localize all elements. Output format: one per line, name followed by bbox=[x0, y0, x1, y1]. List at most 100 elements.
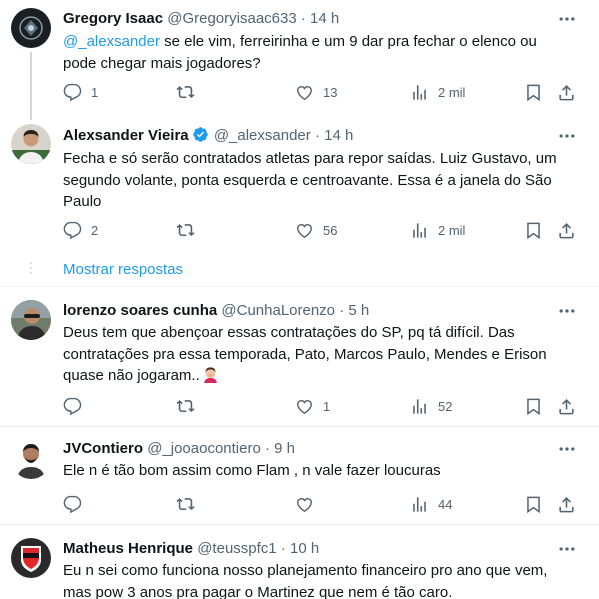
author-name[interactable]: Alexsander Vieira bbox=[63, 127, 189, 144]
retweet-button[interactable] bbox=[176, 81, 195, 103]
share-button[interactable] bbox=[557, 81, 576, 103]
like-button[interactable] bbox=[295, 493, 314, 515]
retweet-icon bbox=[176, 85, 195, 98]
share-icon bbox=[559, 84, 574, 100]
avatar[interactable] bbox=[11, 538, 51, 578]
views-button[interactable]: 52 bbox=[410, 395, 452, 417]
tweet-text: Fecha e só serão contratados atletas par… bbox=[63, 150, 557, 210]
heart-icon bbox=[297, 399, 312, 414]
bookmark-button[interactable] bbox=[524, 493, 543, 515]
timestamp[interactable]: 14 h bbox=[310, 10, 339, 27]
reply-button[interactable]: 2 bbox=[63, 219, 98, 241]
like-count: 1 bbox=[323, 398, 331, 414]
timestamp[interactable]: 5 h bbox=[348, 302, 369, 319]
share-button[interactable] bbox=[557, 219, 576, 241]
like-button[interactable]: 56 bbox=[295, 219, 337, 241]
avatar[interactable] bbox=[11, 124, 51, 164]
tweet-header: lorenzo soares cunha @CunhaLorenzo · 5 h bbox=[63, 301, 369, 321]
reply-button[interactable] bbox=[63, 395, 82, 417]
timestamp[interactable]: 9 h bbox=[274, 440, 295, 457]
author-name[interactable]: Gregory Isaac bbox=[63, 10, 163, 27]
bookmark-icon bbox=[527, 398, 540, 415]
reply-tweet[interactable]: Alexsander Vieira @_alexsander · 14 h Fe… bbox=[0, 105, 599, 295]
like-count: 56 bbox=[323, 222, 338, 238]
analytics-icon bbox=[413, 222, 426, 238]
bookmark-icon bbox=[527, 496, 540, 513]
tweet-actions: 44 bbox=[63, 493, 583, 515]
more-options-icon[interactable] bbox=[557, 539, 577, 559]
views-count: 2 mil bbox=[438, 222, 466, 238]
share-button[interactable] bbox=[557, 395, 576, 417]
like-button[interactable]: 1 bbox=[295, 395, 330, 417]
author-handle[interactable]: @_alexsander bbox=[214, 127, 311, 144]
avatar[interactable] bbox=[11, 300, 51, 340]
reply-button[interactable]: 1 bbox=[63, 81, 98, 103]
reply-icon bbox=[63, 495, 82, 513]
tweet-header: Matheus Henrique @teusspfc1 · 10 h bbox=[63, 539, 319, 559]
bookmark-button[interactable] bbox=[524, 81, 543, 103]
retweet-button[interactable] bbox=[176, 395, 195, 417]
mention-link[interactable]: @_alexsander bbox=[63, 33, 160, 50]
verified-badge-icon[interactable] bbox=[192, 126, 209, 143]
more-options-icon[interactable] bbox=[557, 126, 577, 146]
author-name[interactable]: Matheus Henrique bbox=[63, 540, 193, 557]
views-count: 44 bbox=[438, 496, 453, 512]
heart-icon bbox=[297, 497, 312, 512]
author-handle[interactable]: @teusspfc1 bbox=[197, 540, 276, 557]
analytics-icon bbox=[413, 84, 426, 100]
more-options-icon[interactable] bbox=[557, 301, 577, 321]
thread-ellipsis bbox=[28, 262, 34, 277]
share-icon bbox=[559, 398, 574, 414]
separator-dot: · bbox=[300, 10, 306, 27]
timestamp[interactable]: 14 h bbox=[324, 127, 353, 144]
author-handle[interactable]: @_jooaocontiero bbox=[147, 440, 261, 457]
tweet-header: Gregory Isaac @Gregoryisaac633 · 14 h bbox=[63, 9, 339, 29]
share-icon bbox=[559, 496, 574, 512]
avatar[interactable] bbox=[11, 8, 51, 48]
bookmark-button[interactable] bbox=[524, 219, 543, 241]
timestamp[interactable]: 10 h bbox=[290, 540, 319, 557]
reply-tweet[interactable]: Gregory Isaac @Gregoryisaac633 · 14 h @_… bbox=[0, 0, 599, 105]
more-options-icon[interactable] bbox=[557, 9, 577, 29]
tweet-actions: 1 52 bbox=[63, 395, 583, 417]
bookmark-icon bbox=[527, 84, 540, 101]
views-button[interactable]: 2 mil bbox=[410, 81, 465, 103]
retweet-icon bbox=[176, 399, 195, 412]
tweet-actions: 2 56 2 mil bbox=[63, 219, 583, 241]
author-handle[interactable]: @Gregoryisaac633 bbox=[167, 10, 296, 27]
avatar[interactable] bbox=[11, 439, 51, 479]
share-button[interactable] bbox=[557, 493, 576, 515]
show-replies-link[interactable]: Mostrar respostas bbox=[63, 260, 183, 280]
retweet-button[interactable] bbox=[176, 493, 195, 515]
reply-count: 1 bbox=[91, 84, 99, 100]
reply-tweet[interactable]: lorenzo soares cunha @CunhaLorenzo · 5 h… bbox=[0, 287, 599, 427]
tweet-text: @_alexsander se ele vim, ferreirinha e u… bbox=[63, 31, 573, 74]
reply-icon bbox=[63, 221, 82, 239]
person-facepalming-emoji-icon bbox=[203, 367, 217, 383]
reply-tweet[interactable]: JVContiero @_jooaocontiero · 9 h Ele n é… bbox=[0, 427, 599, 525]
views-button[interactable]: 44 bbox=[410, 493, 452, 515]
bookmark-button[interactable] bbox=[524, 395, 543, 417]
author-name[interactable]: lorenzo soares cunha bbox=[63, 302, 217, 319]
separator-dot: · bbox=[314, 127, 320, 144]
analytics-icon bbox=[413, 496, 426, 512]
tweet-header: JVContiero @_jooaocontiero · 9 h bbox=[63, 439, 295, 459]
author-name[interactable]: JVContiero bbox=[63, 440, 143, 457]
reply-icon bbox=[63, 83, 82, 101]
reply-button[interactable] bbox=[63, 493, 82, 515]
reply-tweet[interactable]: Matheus Henrique @teusspfc1 · 10 h Eu n … bbox=[0, 525, 599, 599]
views-button[interactable]: 2 mil bbox=[410, 219, 465, 241]
bookmark-icon bbox=[527, 222, 540, 239]
reply-count: 2 bbox=[91, 222, 99, 238]
retweet-button[interactable] bbox=[176, 219, 195, 241]
tweet-text: Deus tem que abençoar essas contratações… bbox=[63, 322, 573, 387]
author-handle[interactable]: @CunhaLorenzo bbox=[221, 302, 335, 319]
like-count: 13 bbox=[323, 84, 338, 100]
share-icon bbox=[559, 222, 574, 238]
tweet-body: Deus tem que abençoar essas contratações… bbox=[63, 324, 547, 384]
retweet-icon bbox=[176, 223, 195, 236]
analytics-icon bbox=[413, 398, 426, 414]
more-options-icon[interactable] bbox=[557, 439, 577, 459]
separator-dot: · bbox=[265, 440, 270, 457]
like-button[interactable]: 13 bbox=[295, 81, 337, 103]
